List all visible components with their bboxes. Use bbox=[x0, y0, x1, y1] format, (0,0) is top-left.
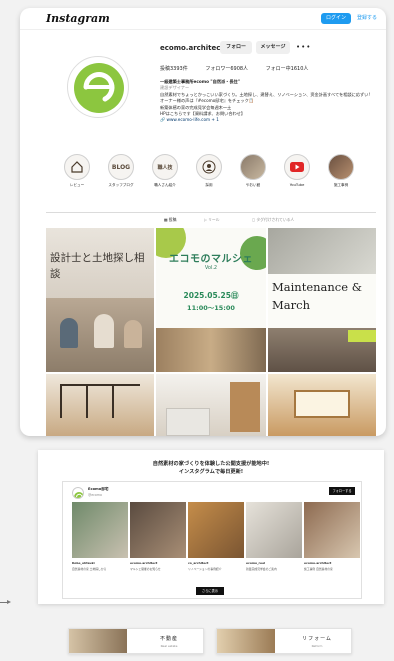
embed-account-handle: @ecomo bbox=[88, 493, 102, 497]
grid-post[interactable] bbox=[156, 374, 266, 436]
highlight-label: 施工事例 bbox=[333, 183, 349, 187]
banner-reform[interactable]: リフォーム Reform bbox=[216, 628, 352, 654]
post-overlay-text: 設計士と土地探し相談 bbox=[50, 252, 145, 280]
youtube-icon bbox=[284, 154, 310, 180]
message-button[interactable]: メッセージ bbox=[256, 41, 290, 54]
embed-post-user: ecomo.architect bbox=[130, 561, 158, 565]
arrow-head-icon bbox=[7, 600, 11, 604]
website-instagram-section: 自然素材の家づくりを体験した公開支援が能地中! インスタグラムで毎日更新! Ec… bbox=[38, 450, 384, 604]
highlight-label: 採用 bbox=[205, 183, 213, 187]
signup-link[interactable]: 登録する bbox=[357, 13, 377, 24]
highlight-hall[interactable]: やおい館 bbox=[236, 154, 270, 188]
grid-post[interactable] bbox=[46, 374, 154, 436]
highlight-recruit[interactable]: 採用 bbox=[192, 154, 226, 188]
embed-post-text: マルシェ開催のお知らせ bbox=[130, 567, 161, 571]
embed-post-image bbox=[72, 502, 128, 558]
embed-post-user: Kobe_ohtsuki bbox=[72, 561, 95, 565]
instagram-header: Instagram ログイン 登録する bbox=[20, 8, 386, 30]
ecomo-logo-icon bbox=[74, 63, 124, 113]
embed-account-name[interactable]: Ecomo邸宅 bbox=[88, 487, 108, 492]
grid-post[interactable]: エコモのマルシェ Vol.2 2025.05.25㊐ 11:00〜15:00 bbox=[156, 228, 266, 372]
highlight-label: 職人さん紹介 bbox=[154, 183, 176, 187]
marche-vol: Vol.2 bbox=[204, 265, 218, 271]
embed-post-image bbox=[304, 502, 360, 558]
follow-button[interactable]: フォロー bbox=[220, 41, 252, 54]
tab-posts[interactable]: ▦ 投稿 bbox=[164, 217, 176, 223]
banner-subtitle: Real estate bbox=[160, 644, 178, 648]
embed-post-text: リノベーションの事例紹介 bbox=[188, 567, 222, 571]
banner-photo bbox=[217, 629, 275, 653]
grid-post[interactable] bbox=[268, 374, 376, 436]
posts-count[interactable]: 投稿3393件 bbox=[160, 66, 188, 72]
promo-line-2: インスタグラムで毎日更新! bbox=[178, 469, 244, 475]
embed-post-text: 施工事例 自然素材の家 bbox=[304, 567, 333, 571]
embed-follow-button[interactable]: フォローする bbox=[329, 487, 355, 495]
profile-stats: 投稿3393件 フォロワー6908人 フォロー中1610人 bbox=[160, 65, 324, 72]
tab-reels[interactable]: ▷ リール bbox=[204, 217, 220, 223]
login-button[interactable]: ログイン bbox=[321, 13, 351, 24]
bio-website-link[interactable]: 🔗 www.ecomo-life.com + 1 bbox=[160, 117, 370, 123]
profile-tabs: ▦ 投稿 ▷ リール ◻ タグ付けされている人 bbox=[46, 212, 376, 226]
banner-title: 不動産 bbox=[159, 636, 178, 642]
banner-title: リフォーム bbox=[302, 636, 332, 642]
tab-tagged[interactable]: ◻ タグ付けされている人 bbox=[252, 217, 294, 223]
embed-avatar[interactable] bbox=[72, 487, 84, 499]
embed-post[interactable]: ecomo.architect マルシェ開催のお知らせ bbox=[130, 502, 186, 579]
highlight-youtube[interactable]: YouTube bbox=[280, 154, 314, 187]
embed-post-image bbox=[130, 502, 186, 558]
maintenance-title: Maintenance & March bbox=[272, 280, 362, 312]
highlight-label: レビュー bbox=[69, 183, 85, 187]
highlight-review[interactable]: レビュー bbox=[60, 154, 94, 188]
marche-date: 2025.05.25㊐ bbox=[183, 291, 239, 300]
embed-post[interactable]: Kobe_ohtsuki 自然素材の家 土地探しから bbox=[72, 502, 128, 579]
highlight-label: スタッフブログ bbox=[108, 183, 134, 187]
tab-label: リール bbox=[208, 217, 220, 222]
embed-post[interactable]: ecomo_reel 新築完成見学会のご案内 bbox=[246, 502, 302, 579]
banner-photo bbox=[69, 629, 127, 653]
marche-time: 11:00〜15:00 bbox=[187, 304, 235, 312]
highlight-label: YouTube bbox=[289, 183, 305, 187]
highlight-works[interactable]: 施工事例 bbox=[324, 154, 358, 188]
embed-post-user: ecomo_reel bbox=[246, 561, 266, 565]
highlight-label: やおい館 bbox=[245, 183, 261, 187]
embed-post-user: co_architect bbox=[188, 561, 209, 565]
profile-username: ecomo.architect bbox=[160, 44, 224, 52]
embed-post-image bbox=[188, 502, 244, 558]
instagram-profile-card: Instagram ログイン 登録する ecomo.architect フォロー… bbox=[20, 8, 386, 436]
highlight-staff-blog[interactable]: BLOG スタッフブログ bbox=[104, 154, 138, 188]
embed-post-user: ecomo.architect bbox=[304, 561, 332, 565]
story-highlights: レビュー BLOG スタッフブログ 職人技 職人さん紹介 採用 やおい館 You… bbox=[60, 154, 360, 198]
embed-post-text: 自然素材の家 土地探しから bbox=[72, 567, 107, 571]
profile-bio: 一級建築士事務所ecomo "自然派・長住" 建設デザイナー 自然素材でちょっと… bbox=[160, 79, 370, 124]
followers-count[interactable]: フォロワー6908人 bbox=[205, 66, 248, 72]
more-options-icon[interactable]: ••• bbox=[296, 41, 311, 54]
embed-post[interactable]: ecomo.architect 施工事例 自然素材の家 bbox=[304, 502, 360, 579]
tab-label: 投稿 bbox=[168, 217, 177, 222]
banner-real-estate[interactable]: 不動産 Real estate bbox=[68, 628, 204, 654]
tab-label: タグ付けされている人 bbox=[256, 217, 295, 222]
blog-icon: BLOG bbox=[108, 154, 134, 180]
load-more-button[interactable]: さらに表示 bbox=[196, 587, 224, 595]
photo-thumbnail-icon bbox=[328, 154, 354, 180]
instagram-embed-widget: Ecomo邸宅 @ecomo フォローする Kobe_ohtsuki 自然素材の… bbox=[62, 481, 362, 599]
house-icon bbox=[64, 154, 90, 180]
marche-title: エコモのマルシェ bbox=[169, 254, 253, 265]
photo-thumbnail-icon bbox=[240, 154, 266, 180]
embed-post-image bbox=[246, 502, 302, 558]
banner-subtitle: Reform bbox=[311, 644, 323, 648]
promo-line-1: 自然素材の家づくりを体験した公開支援が能地中! bbox=[152, 461, 270, 467]
ecomo-logo-icon bbox=[74, 492, 83, 498]
person-icon bbox=[196, 154, 222, 180]
promo-heading: 自然素材の家づくりを体験した公開支援が能地中! インスタグラムで毎日更新! bbox=[38, 460, 384, 476]
embed-post[interactable]: co_architect リノベーションの事例紹介 bbox=[188, 502, 244, 579]
highlight-craftsmen[interactable]: 職人技 職人さん紹介 bbox=[148, 154, 182, 188]
craftsman-badge-icon: 職人技 bbox=[152, 154, 178, 180]
grid-post[interactable]: 設計士と土地探し相談 bbox=[46, 228, 154, 372]
grid-post[interactable]: Maintenance & March bbox=[268, 228, 376, 372]
profile-avatar[interactable] bbox=[67, 56, 129, 118]
embed-post-text: 新築完成見学会のご案内 bbox=[246, 567, 277, 571]
instagram-logo[interactable]: Instagram bbox=[46, 12, 110, 25]
following-count[interactable]: フォロー中1610人 bbox=[266, 66, 309, 72]
posts-grid: 設計士と土地探し相談 エコモのマルシェ Vol.2 2025.05.25㊐ 11… bbox=[46, 228, 376, 436]
